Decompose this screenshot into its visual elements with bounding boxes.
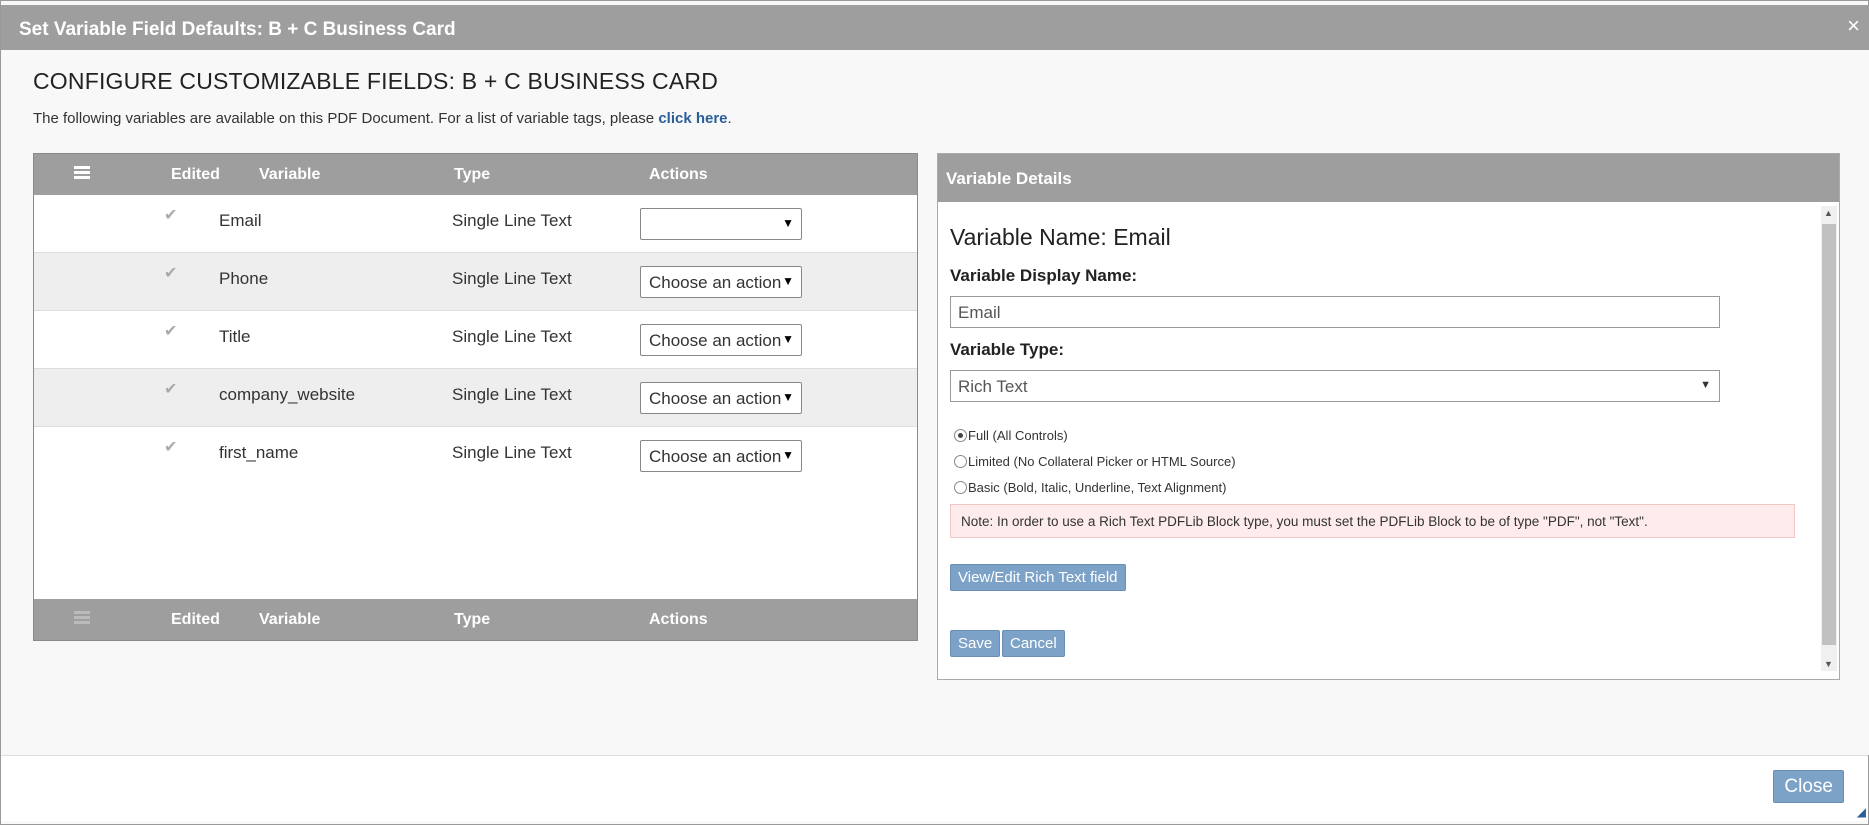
dropdown-arrow-icon: ▼ — [782, 216, 794, 230]
scroll-down-icon[interactable]: ▼ — [1824, 659, 1833, 669]
row-type: Single Line Text — [452, 211, 572, 230]
dialog-footer: Close ◢ — [1, 755, 1868, 821]
variable-type-select[interactable]: Rich Text ▼ — [950, 370, 1720, 402]
rich-text-note: Note: In order to use a Rich Text PDFLib… — [950, 504, 1795, 538]
table-row[interactable]: ✔ company_website Single Line Text Choos… — [34, 369, 917, 427]
footer-actions: Actions — [649, 611, 708, 628]
dialog-titlebar: Set Variable Field Defaults: B + C Busin… — [1, 5, 1869, 50]
footer-edited: Edited — [171, 611, 220, 628]
radio-checked-icon[interactable] — [954, 429, 967, 442]
column-menu-icon — [74, 611, 90, 625]
row-type: Single Line Text — [452, 385, 572, 404]
radio-unchecked-icon[interactable] — [954, 455, 967, 468]
scroll-up-icon[interactable]: ▲ — [1824, 208, 1833, 218]
display-name-input[interactable]: Email — [950, 296, 1720, 328]
dropdown-arrow-icon: ▼ — [782, 274, 794, 288]
table-row[interactable]: ✔ first_name Single Line Text Choose an … — [34, 427, 917, 485]
header-actions[interactable]: Actions — [649, 166, 708, 184]
table-row[interactable]: ✔ Phone Single Line Text Choose an actio… — [34, 253, 917, 311]
variable-details-panel: Variable Details ▲ ▼ Variable Name: Emai… — [937, 153, 1840, 680]
action-select[interactable]: Choose an action ▼ — [640, 382, 802, 414]
close-icon[interactable]: × — [1847, 15, 1860, 37]
variable-type-label: Variable Type: — [950, 340, 1065, 359]
variables-table: Edited Variable Type Actions ✔ Email Sin… — [33, 153, 918, 641]
row-type: Single Line Text — [452, 269, 572, 288]
description-text: The following variables are available on… — [33, 110, 732, 127]
checkmark-icon: ✔ — [164, 207, 178, 224]
details-body: ▲ ▼ Variable Name: Email Variable Displa… — [938, 202, 1839, 679]
radio-basic[interactable]: Basic (Bold, Italic, Underline, Text Ali… — [954, 480, 1226, 495]
table-row[interactable]: ✔ Email Single Line Text ▼ — [34, 195, 917, 253]
dropdown-arrow-icon: ▼ — [782, 332, 794, 346]
variable-name-heading: Variable Name: Email — [950, 224, 1171, 250]
save-button[interactable]: Save — [950, 630, 1001, 657]
variable-tags-link[interactable]: click here — [658, 110, 727, 127]
table-row[interactable]: ✔ Title Single Line Text Choose an actio… — [34, 311, 917, 369]
description-end: . — [727, 110, 732, 127]
row-variable: company_website — [219, 385, 356, 404]
dialog-content: CONFIGURE CUSTOMIZABLE FIELDS: B + C BUS… — [1, 50, 1869, 755]
radio-limited[interactable]: Limited (No Collateral Picker or HTML So… — [954, 454, 1236, 469]
action-select[interactable]: Choose an action ▼ — [640, 440, 802, 472]
display-name-label: Variable Display Name: — [950, 266, 1138, 285]
dropdown-arrow-icon: ▼ — [1700, 379, 1711, 391]
checkmark-icon: ✔ — [164, 439, 178, 456]
action-select[interactable]: ▼ — [640, 208, 802, 240]
resize-handle-icon[interactable]: ◢ — [1857, 805, 1866, 819]
scroll-thumb[interactable] — [1822, 224, 1836, 645]
radio-full[interactable]: Full (All Controls) — [954, 428, 1068, 443]
cancel-button[interactable]: Cancel — [1002, 630, 1065, 657]
page-title: CONFIGURE CUSTOMIZABLE FIELDS: B + C BUS… — [33, 68, 719, 94]
table-footer: Edited Variable Type Actions — [34, 599, 917, 640]
header-edited[interactable]: Edited — [171, 166, 220, 184]
dialog-title: Set Variable Field Defaults: B + C Busin… — [19, 19, 456, 40]
view-edit-rich-text-button[interactable]: View/Edit Rich Text field — [950, 564, 1126, 591]
dropdown-arrow-icon: ▼ — [782, 390, 794, 404]
column-menu-icon[interactable] — [74, 166, 90, 180]
action-select[interactable]: Choose an action ▼ — [640, 324, 802, 356]
modal-dialog: Set Variable Field Defaults: B + C Busin… — [0, 0, 1869, 825]
row-type: Single Line Text — [452, 327, 572, 346]
footer-type: Type — [454, 611, 491, 628]
action-select[interactable]: Choose an action ▼ — [640, 266, 802, 298]
radio-unchecked-icon[interactable] — [954, 481, 967, 494]
table-header: Edited Variable Type Actions — [34, 154, 917, 195]
checkmark-icon: ✔ — [164, 265, 178, 282]
close-button[interactable]: Close — [1773, 770, 1844, 803]
row-variable: Title — [219, 327, 251, 346]
row-variable: first_name — [219, 443, 299, 462]
row-variable: Email — [219, 211, 262, 230]
table-body: ✔ Email Single Line Text ▼ ✔ Phone Singl… — [34, 195, 917, 485]
header-type[interactable]: Type — [454, 166, 490, 184]
description-body: The following variables are available on… — [33, 110, 655, 127]
row-variable: Phone — [219, 269, 269, 288]
checkmark-icon: ✔ — [164, 323, 178, 340]
row-type: Single Line Text — [452, 443, 572, 462]
dropdown-arrow-icon: ▼ — [782, 448, 794, 462]
details-header: Variable Details — [938, 154, 1839, 202]
header-variable[interactable]: Variable — [259, 166, 320, 184]
details-scrollbar[interactable]: ▲ ▼ — [1821, 206, 1837, 671]
checkmark-icon: ✔ — [164, 381, 178, 398]
footer-variable: Variable — [259, 611, 321, 628]
